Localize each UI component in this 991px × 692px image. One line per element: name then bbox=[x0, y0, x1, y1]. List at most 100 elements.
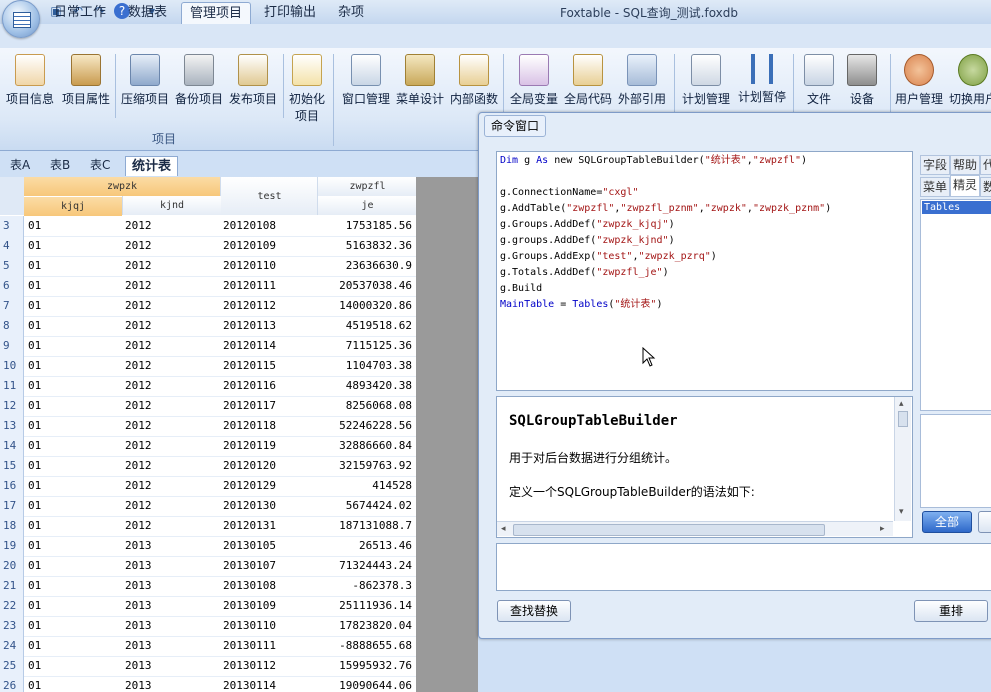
initialize-project-button[interactable]: 初始化项目 bbox=[284, 54, 330, 124]
menu-design-button[interactable]: 菜单设计 bbox=[392, 54, 448, 107]
cell-kjnd[interactable]: 2012 bbox=[125, 296, 152, 316]
cell-kjnd[interactable]: 2013 bbox=[125, 616, 152, 636]
cell-kjnd[interactable]: 2012 bbox=[125, 416, 152, 436]
scroll-right-icon[interactable]: ▸ bbox=[880, 524, 885, 534]
cell-kjnd[interactable]: 2013 bbox=[125, 556, 152, 576]
cell-je[interactable]: 5674424.02 bbox=[317, 496, 412, 516]
cell-kjqj[interactable]: 01 bbox=[28, 236, 41, 256]
cell-test[interactable]: 20130112 bbox=[223, 656, 276, 676]
table-row[interactable]: 20 01 2013 20130107 71324443.24 bbox=[0, 556, 416, 577]
cell-kjnd[interactable]: 2013 bbox=[125, 576, 152, 596]
cell-kjqj[interactable]: 01 bbox=[28, 616, 41, 636]
cell-je[interactable]: -862378.3 bbox=[317, 576, 412, 596]
cell-je[interactable]: 1753185.56 bbox=[317, 216, 412, 236]
row-number[interactable]: 20 bbox=[0, 556, 24, 576]
user-manage-button[interactable]: 用户管理 bbox=[892, 54, 946, 107]
cell-je[interactable]: 71324443.24 bbox=[317, 556, 412, 576]
row-number[interactable]: 26 bbox=[0, 676, 24, 692]
table-row[interactable]: 26 01 2013 20130114 19090644.06 bbox=[0, 676, 416, 692]
cell-kjnd[interactable]: 2012 bbox=[125, 256, 152, 276]
row-number[interactable]: 6 bbox=[0, 276, 24, 296]
cell-test[interactable]: 20120109 bbox=[223, 236, 276, 256]
cell-test[interactable]: 20130105 bbox=[223, 536, 276, 556]
project-properties-button[interactable]: 项目属性 bbox=[58, 54, 114, 107]
project-info-button[interactable]: 项目信息 bbox=[2, 54, 58, 107]
cell-kjqj[interactable]: 01 bbox=[28, 556, 41, 576]
table-row[interactable]: 16 01 2012 20120129 414528 bbox=[0, 476, 416, 497]
publish-project-button[interactable]: 发布项目 bbox=[225, 54, 281, 107]
cell-kjqj[interactable]: 01 bbox=[28, 316, 41, 336]
cell-kjnd[interactable]: 2012 bbox=[125, 216, 152, 236]
table-row[interactable]: 18 01 2012 20120131 187131088.7 bbox=[0, 516, 416, 537]
cell-je[interactable]: 32886660.84 bbox=[317, 436, 412, 456]
cell-je[interactable]: 4519518.62 bbox=[317, 316, 412, 336]
cell-je[interactable]: 15995932.76 bbox=[317, 656, 412, 676]
internal-functions-button[interactable]: 内部函数 bbox=[446, 54, 502, 107]
sheet-tab-a[interactable]: 表A bbox=[4, 156, 36, 175]
row-number[interactable]: 5 bbox=[0, 256, 24, 276]
cell-kjqj[interactable]: 01 bbox=[28, 216, 41, 236]
external-reference-button[interactable]: 外部引用 bbox=[614, 54, 670, 107]
cell-kjqj[interactable]: 01 bbox=[28, 656, 41, 676]
cell-test[interactable]: 20120119 bbox=[223, 436, 276, 456]
tab-manage-project[interactable]: 管理项目 bbox=[181, 2, 252, 24]
row-number[interactable]: 14 bbox=[0, 436, 24, 456]
cell-test[interactable]: 20130114 bbox=[223, 676, 276, 692]
cell-kjnd[interactable]: 2012 bbox=[125, 496, 152, 516]
code-editor[interactable]: Dim g As new SQLGroupTableBuilder("统计表",… bbox=[496, 151, 913, 391]
all-button[interactable]: 全部 bbox=[922, 511, 972, 533]
side-tab-wizard[interactable]: 精灵 bbox=[950, 175, 981, 197]
cell-kjnd[interactable]: 2012 bbox=[125, 316, 152, 336]
scroll-down-icon[interactable]: ▾ bbox=[899, 507, 904, 517]
schedule-pause-button[interactable]: 计划暂停 bbox=[734, 54, 790, 105]
global-variables-button[interactable]: 全局变量 bbox=[506, 54, 562, 107]
row-number[interactable]: 19 bbox=[0, 536, 24, 556]
table-row[interactable]: 11 01 2012 20120116 4893420.38 bbox=[0, 376, 416, 397]
cell-kjqj[interactable]: 01 bbox=[28, 676, 41, 692]
scrollbar-thumb[interactable] bbox=[898, 411, 908, 427]
global-code-button[interactable]: 全局代码 bbox=[560, 54, 616, 107]
cell-test[interactable]: 20120108 bbox=[223, 216, 276, 236]
cell-je[interactable]: 26513.46 bbox=[317, 536, 412, 556]
cell-kjqj[interactable]: 01 bbox=[28, 596, 41, 616]
schedule-manage-button[interactable]: 计划管理 bbox=[678, 54, 734, 107]
cell-test[interactable]: 20120118 bbox=[223, 416, 276, 436]
table-row[interactable]: 24 01 2013 20130111 -8888655.68 bbox=[0, 636, 416, 657]
sheet-tab-stats[interactable]: 统计表 bbox=[125, 156, 179, 176]
side-list[interactable] bbox=[920, 199, 991, 411]
table-row[interactable]: 4 01 2012 20120109 5163832.36 bbox=[0, 236, 416, 257]
cell-je[interactable]: 5163832.36 bbox=[317, 236, 412, 256]
table-row[interactable]: 15 01 2012 20120120 32159763.92 bbox=[0, 456, 416, 477]
table-row[interactable]: 9 01 2012 20120114 7115125.36 bbox=[0, 336, 416, 357]
row-number[interactable]: 24 bbox=[0, 636, 24, 656]
cell-kjnd[interactable]: 2012 bbox=[125, 436, 152, 456]
data-grid[interactable]: zwpzk test zwpzfl kjqj kjnd je 3 01 2012 20… bbox=[0, 177, 416, 692]
table-row[interactable]: 13 01 2012 20120118 52246228.56 bbox=[0, 416, 416, 437]
row-number[interactable]: 9 bbox=[0, 336, 24, 356]
cell-kjnd[interactable]: 2013 bbox=[125, 536, 152, 556]
app-menu-button[interactable] bbox=[2, 0, 40, 38]
tab-misc[interactable]: 杂项 bbox=[330, 2, 372, 23]
backup-project-button[interactable]: 备份项目 bbox=[171, 54, 227, 107]
table-row[interactable]: 14 01 2012 20120119 32886660.84 bbox=[0, 436, 416, 457]
row-number[interactable]: 4 bbox=[0, 236, 24, 256]
sheet-tab-c[interactable]: 表C bbox=[84, 156, 116, 175]
cell-je[interactable]: 19090644.06 bbox=[317, 676, 412, 692]
cell-kjqj[interactable]: 01 bbox=[28, 256, 41, 276]
tab-print-output[interactable]: 打印输出 bbox=[256, 2, 324, 23]
cell-test[interactable]: 20120117 bbox=[223, 396, 276, 416]
table-row[interactable]: 12 01 2012 20120117 8256068.08 bbox=[0, 396, 416, 417]
row-number[interactable]: 22 bbox=[0, 596, 24, 616]
cell-je[interactable]: 8256068.08 bbox=[317, 396, 412, 416]
row-number[interactable]: 11 bbox=[0, 376, 24, 396]
cell-je[interactable]: -8888655.68 bbox=[317, 636, 412, 656]
rearrange-button[interactable]: 重排 bbox=[914, 600, 988, 622]
cell-test[interactable]: 20120113 bbox=[223, 316, 276, 336]
cell-kjnd[interactable]: 2013 bbox=[125, 636, 152, 656]
cell-test[interactable]: 20120112 bbox=[223, 296, 276, 316]
scrollbar-thumb[interactable] bbox=[513, 524, 825, 536]
row-number[interactable]: 23 bbox=[0, 616, 24, 636]
row-number[interactable]: 15 bbox=[0, 456, 24, 476]
cell-kjnd[interactable]: 2012 bbox=[125, 476, 152, 496]
table-row[interactable]: 22 01 2013 20130109 25111936.14 bbox=[0, 596, 416, 617]
